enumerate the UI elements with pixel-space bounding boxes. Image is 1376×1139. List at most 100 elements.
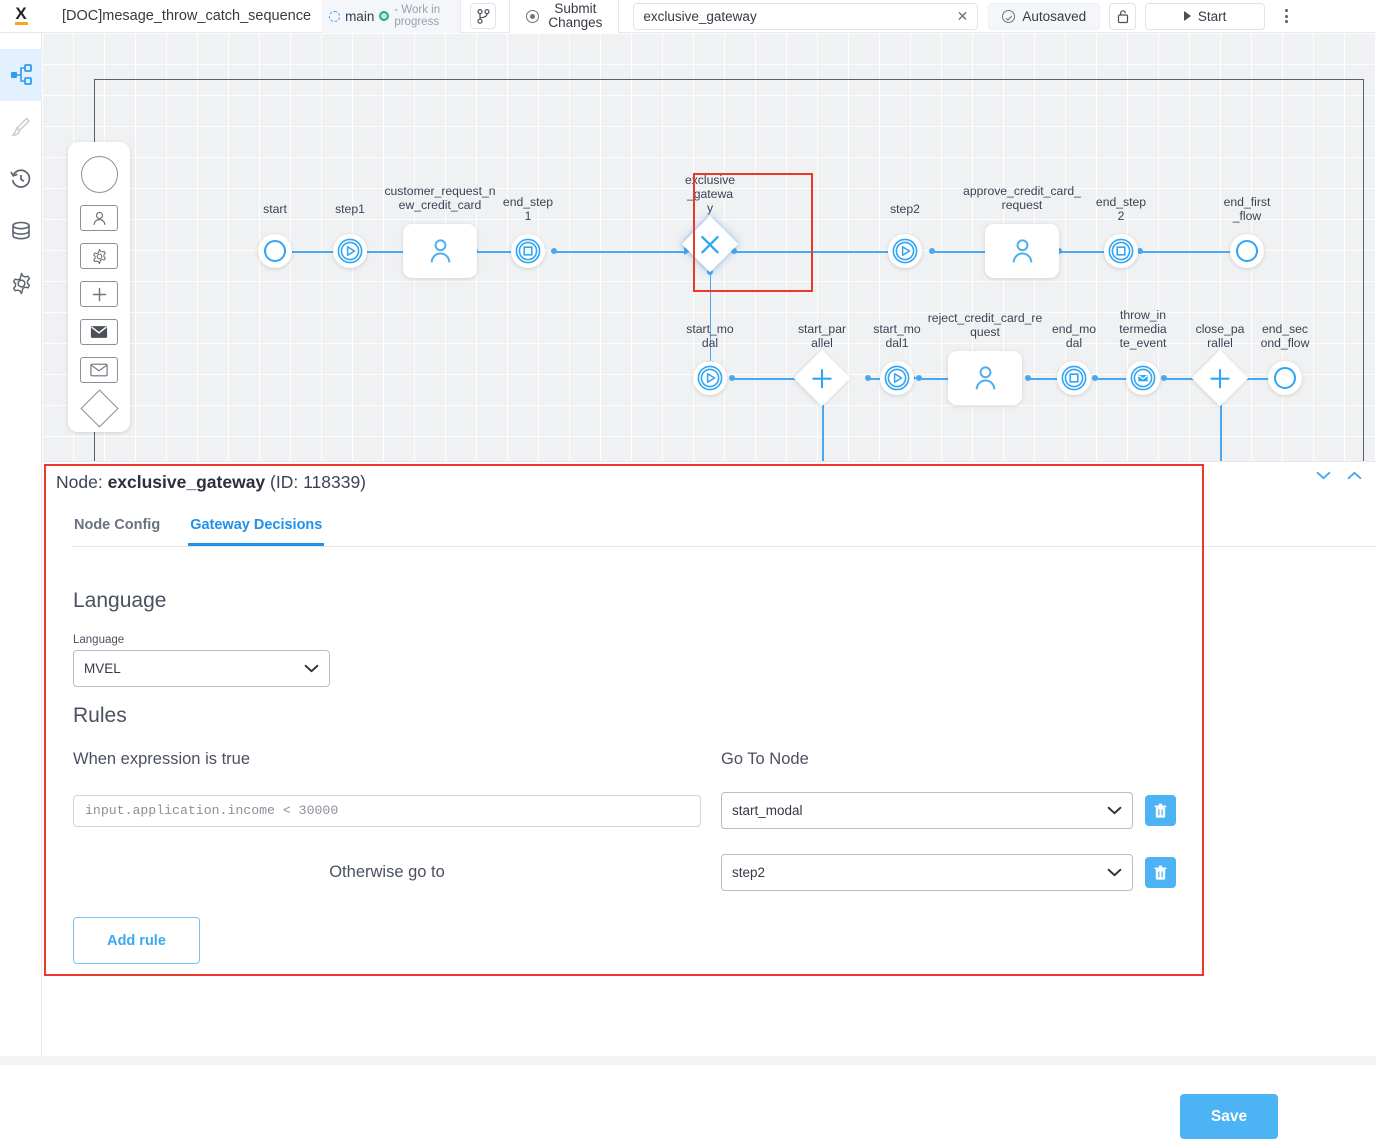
shape-palette — [68, 142, 130, 432]
flow-dot — [865, 375, 871, 381]
kebab-dot-icon — [1285, 9, 1288, 12]
node-search-input[interactable]: exclusive_gateway ✕ — [633, 3, 978, 30]
node-customer-request[interactable]: customer_request_n ew_credit_card — [403, 224, 477, 278]
node-label: throw_in termedia te_event — [1100, 308, 1186, 350]
gear-icon — [91, 248, 108, 265]
rule-goto-value: start_modal — [732, 803, 1107, 818]
node-close-parallel[interactable]: close_pa rallel — [1200, 358, 1240, 398]
sidebar-item-history[interactable] — [0, 153, 42, 205]
user-icon — [1009, 237, 1036, 265]
flow-edge — [285, 251, 335, 253]
workflow-canvas[interactable]: start step1 customer_request_n ew_credit… — [42, 33, 1376, 461]
default-goto-value: step2 — [732, 865, 1107, 880]
language-section: Language Language MVEL — [73, 589, 330, 687]
palette-exclusive-gateway[interactable] — [86, 395, 113, 422]
user-icon — [91, 210, 108, 227]
app-logo[interactable]: X — [0, 0, 42, 33]
tab-node-config[interactable]: Node Config — [72, 511, 162, 546]
message-event-icon — [1126, 361, 1160, 395]
default-goto-select[interactable]: step2 — [721, 854, 1133, 891]
node-end-step-2[interactable]: end_step 2 — [1104, 234, 1138, 268]
node-label: step2 — [862, 202, 948, 216]
palette-receive-message[interactable] — [80, 357, 118, 383]
end-event-icon — [1104, 234, 1138, 268]
node-end-modal[interactable]: end_mo dal — [1057, 361, 1091, 395]
save-button[interactable]: Save — [1180, 1094, 1278, 1139]
flow-edge — [932, 251, 988, 253]
node-throw-intermediate-event[interactable]: throw_in termedia te_event — [1126, 361, 1160, 395]
node-step1[interactable]: step1 — [333, 234, 367, 268]
kebab-dot-icon — [1285, 20, 1288, 23]
trash-icon — [1153, 803, 1168, 819]
page-title: Node: exclusive_gateway (ID: 118339) — [56, 472, 1364, 493]
palette-send-message[interactable] — [80, 319, 118, 345]
language-value: MVEL — [84, 661, 304, 676]
add-rule-button[interactable]: Add rule — [73, 917, 200, 964]
branch-status-dot-icon — [379, 11, 389, 21]
node-label: end_step 1 — [485, 195, 571, 223]
sidebar-item-workflow[interactable] — [0, 49, 42, 101]
column-header-expression: When expression is true — [73, 750, 721, 769]
node-reject-request[interactable]: reject_credit_card_re quest — [948, 351, 1022, 405]
parallel-gateway-icon — [1192, 350, 1249, 407]
default-rule-row: Otherwise go to step2 — [73, 854, 1193, 891]
panel-header: Node: exclusive_gateway (ID: 118339) — [56, 472, 1364, 512]
terminate-event-icon — [1061, 365, 1087, 391]
palette-parallel-gateway[interactable] — [80, 281, 118, 307]
flow-dot — [1161, 375, 1167, 381]
node-end-first-flow[interactable]: end_first _flow — [1230, 234, 1264, 268]
play-circle-icon — [892, 238, 918, 264]
rule-expression-input[interactable]: input.application.income < 30000 — [73, 795, 701, 827]
node-label: reject_credit_card_re quest — [922, 311, 1048, 339]
node-details-panel: Node: exclusive_gateway (ID: 118339) Nod… — [42, 461, 1376, 1057]
chevron-down-icon[interactable] — [1316, 471, 1331, 480]
panel-title-prefix: Node: — [56, 472, 108, 492]
lock-button[interactable] — [1109, 3, 1136, 30]
envelope-filled-icon — [90, 325, 108, 339]
node-end-step-1[interactable]: end_step 1 — [511, 234, 545, 268]
palette-user-task[interactable] — [80, 205, 118, 231]
trash-icon — [1153, 865, 1168, 881]
branch-status-text: - Work in progress — [394, 4, 452, 28]
palette-service-task[interactable] — [80, 243, 118, 269]
node-start[interactable]: start — [258, 234, 292, 268]
horizontal-scrollbar[interactable] — [0, 1056, 1376, 1065]
node-approve-request[interactable]: approve_credit_card_ request — [985, 224, 1059, 278]
panel-tabs: Node Config Gateway Decisions — [72, 511, 1376, 547]
flow-edge — [822, 398, 824, 461]
node-label: start_par allel — [779, 322, 865, 350]
exclusive-gateway-icon — [682, 216, 739, 273]
plus-icon — [1209, 367, 1232, 390]
plus-icon — [90, 285, 109, 304]
message-circle-icon — [1130, 365, 1156, 391]
more-options-button[interactable] — [1274, 3, 1298, 30]
node-search-value: exclusive_gateway — [643, 9, 956, 24]
tab-gateway-decisions[interactable]: Gateway Decisions — [188, 511, 324, 546]
node-step2[interactable]: step2 — [888, 234, 922, 268]
node-start-modal1[interactable]: start_mo dal1 — [880, 361, 914, 395]
sidebar-item-settings[interactable] — [0, 257, 42, 309]
database-icon — [10, 220, 32, 242]
delete-default-rule-button[interactable] — [1145, 857, 1176, 888]
branch-button[interactable] — [470, 3, 496, 29]
plus-icon — [811, 367, 834, 390]
autosaved-label: Autosaved — [1022, 9, 1086, 24]
branch-indicator[interactable]: main - Work in progress — [322, 0, 461, 33]
rule-goto-select[interactable]: start_modal — [721, 792, 1133, 829]
git-branch-icon — [477, 9, 490, 24]
sidebar-item-theme[interactable] — [0, 101, 42, 153]
logo-underline — [15, 22, 28, 25]
node-start-parallel[interactable]: start_par allel — [802, 358, 842, 398]
sidebar-item-data[interactable] — [0, 205, 42, 257]
language-select[interactable]: MVEL — [73, 650, 330, 687]
delete-rule-button[interactable] — [1145, 795, 1176, 826]
node-exclusive-gateway[interactable]: exclusive _gatewa y — [690, 224, 730, 264]
chevron-up-icon[interactable] — [1347, 471, 1362, 480]
clear-search-icon[interactable]: ✕ — [957, 8, 969, 25]
node-start-modal[interactable]: start_mo dal — [693, 361, 727, 395]
start-button[interactable]: Start — [1145, 3, 1265, 30]
play-circle-icon — [337, 238, 363, 264]
submit-changes-button[interactable]: SubmitChanges — [509, 0, 619, 33]
node-end-second-flow[interactable]: end_sec ond_flow — [1268, 361, 1302, 395]
palette-start-event[interactable] — [81, 156, 118, 193]
